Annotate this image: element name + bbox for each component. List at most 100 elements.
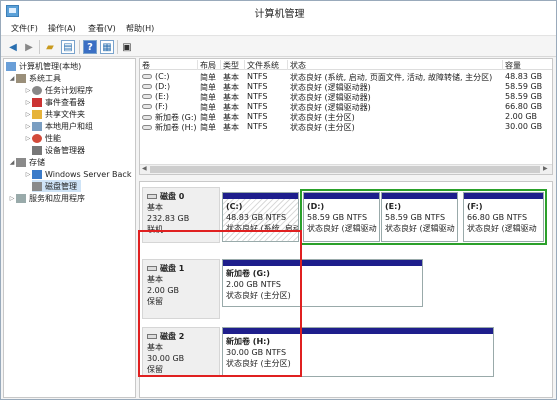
tree-item-device-manager[interactable]: 设备管理器 bbox=[32, 144, 85, 156]
refresh-icon[interactable]: ▣ bbox=[120, 40, 134, 54]
cell-layout: 简单 bbox=[200, 93, 216, 102]
back-arrow-icon[interactable]: ◀ bbox=[6, 40, 20, 54]
tree-item-performance[interactable]: ▷ 性能 bbox=[24, 132, 61, 144]
column-header-layout[interactable]: 布局 bbox=[198, 60, 221, 70]
cell-vol: 新加卷 (H:) bbox=[140, 122, 198, 132]
volume-icon bbox=[142, 74, 152, 79]
collapse-arrow-icon[interactable]: ◢ bbox=[8, 159, 16, 166]
volume-icon bbox=[142, 115, 152, 120]
volume-label: (E:) bbox=[155, 92, 169, 101]
disk-kind: 基本 bbox=[147, 203, 163, 212]
properties-icon[interactable]: ▦ bbox=[100, 40, 114, 54]
table-row[interactable]: (C:) 简单 基本 NTFS 状态良好 (系统, 启动, 页面文件, 活动, 故障转储… bbox=[140, 72, 552, 82]
tree-label: Windows Server Back bbox=[45, 169, 132, 179]
tree-label: 系统工具 bbox=[29, 73, 61, 83]
tree-label: 存储 bbox=[29, 157, 45, 167]
column-header-capacity[interactable]: 容量 bbox=[503, 60, 552, 70]
scroll-left-icon[interactable]: ◀ bbox=[142, 165, 147, 172]
tree-label: 性能 bbox=[45, 133, 61, 143]
expand-arrow-icon[interactable]: ▷ bbox=[24, 99, 32, 106]
volume-list-header: 卷 布局 类型 文件系统 状态 容量 bbox=[140, 59, 552, 70]
expand-arrow-icon[interactable]: ▷ bbox=[24, 171, 32, 178]
logical-drives-highlight bbox=[300, 189, 547, 245]
scroll-right-icon[interactable]: ▶ bbox=[543, 165, 548, 172]
horizontal-scrollbar[interactable]: ◀ ▶ bbox=[140, 164, 552, 174]
forward-arrow-icon[interactable]: ▶ bbox=[22, 40, 36, 54]
scrollbar-thumb[interactable] bbox=[150, 166, 540, 173]
tree-item-task-scheduler[interactable]: ▷ 任务计划程序 bbox=[24, 84, 93, 96]
column-header-type[interactable]: 类型 bbox=[221, 60, 245, 70]
cell-fs: NTFS bbox=[247, 82, 268, 91]
cell-status: 状态良好 (主分区) bbox=[290, 123, 355, 132]
menu-action[interactable]: 操作(A) bbox=[48, 23, 76, 34]
cell-status: 状态良好 (逻辑驱动器) bbox=[290, 93, 371, 102]
expand-arrow-icon[interactable]: ▷ bbox=[24, 87, 32, 94]
cell-type: 基本 bbox=[223, 83, 239, 92]
storage-icon bbox=[16, 157, 26, 167]
help-icon[interactable]: ? bbox=[83, 40, 97, 54]
window: 计算机管理 文件(F) 操作(A) 查看(V) 帮助(H) ◀ ▶ ▰ ▤ ? … bbox=[0, 0, 557, 400]
tree-label: 服务和应用程序 bbox=[29, 193, 85, 203]
title-bar: 计算机管理 bbox=[1, 1, 556, 21]
collapse-arrow-icon[interactable]: ◢ bbox=[8, 75, 16, 82]
tree-label: 任务计划程序 bbox=[45, 85, 93, 95]
column-header-filesystem[interactable]: 文件系统 bbox=[245, 60, 288, 70]
cell-vol: 新加卷 (G:) bbox=[140, 112, 198, 122]
cell-type: 基本 bbox=[223, 73, 239, 82]
cell-type: 基本 bbox=[223, 123, 239, 132]
tree-item-system-tools[interactable]: ◢ 系统工具 bbox=[8, 72, 61, 84]
cell-fs: NTFS bbox=[247, 102, 268, 111]
expand-arrow-icon[interactable]: ▷ bbox=[8, 195, 16, 202]
table-row[interactable]: (F:) 简单 基本 NTFS 状态良好 (逻辑驱动器) 66.80 GB bbox=[140, 102, 552, 112]
cell-fs: NTFS bbox=[247, 92, 268, 101]
tree-item-root[interactable]: 计算机管理(本地) bbox=[6, 60, 81, 72]
column-header-volume[interactable]: 卷 bbox=[140, 60, 198, 70]
cell-layout: 简单 bbox=[200, 123, 216, 132]
volume-icon bbox=[142, 84, 152, 89]
cell-vol: (F:) bbox=[140, 102, 198, 112]
table-row[interactable]: 新加卷 (H:) 简单 基本 NTFS 状态良好 (主分区) 30.00 GB bbox=[140, 122, 552, 132]
cell-vol: (D:) bbox=[140, 82, 198, 92]
disk-management-icon bbox=[32, 181, 42, 191]
volume-label: (C:) bbox=[155, 72, 170, 81]
cell-status: 状态良好 (主分区) bbox=[290, 113, 355, 122]
cell-layout: 简单 bbox=[200, 83, 216, 92]
table-row[interactable]: (D:) 简单 基本 NTFS 状态良好 (逻辑驱动器) 58.59 GB bbox=[140, 82, 552, 92]
clock-icon bbox=[32, 85, 42, 95]
shared-folder-icon bbox=[32, 109, 42, 119]
menu-file[interactable]: 文件(F) bbox=[11, 23, 38, 34]
tree-item-storage[interactable]: ◢ 存储 bbox=[8, 156, 45, 168]
column-header-status[interactable]: 状态 bbox=[288, 60, 503, 70]
up-folder-icon[interactable]: ▰ bbox=[43, 40, 57, 54]
tree-label: 本地用户和组 bbox=[45, 121, 93, 131]
menu-view[interactable]: 查看(V) bbox=[88, 23, 116, 34]
show-tree-icon[interactable]: ▤ bbox=[61, 40, 75, 54]
expand-arrow-icon[interactable]: ▷ bbox=[24, 135, 32, 142]
disk-name: 磁盘 0 bbox=[160, 192, 185, 201]
expand-arrow-icon[interactable]: ▷ bbox=[24, 111, 32, 118]
cell-capacity: 2.00 GB bbox=[505, 112, 538, 121]
volume-icon bbox=[142, 125, 152, 130]
menu-help[interactable]: 帮助(H) bbox=[126, 23, 154, 34]
cell-status: 状态良好 (系统, 启动, 页面文件, 活动, 故障转储, 主分区) bbox=[290, 73, 493, 82]
toolbar: ◀ ▶ ▰ ▤ ? ▦ ▣ bbox=[1, 37, 556, 57]
expand-arrow-icon[interactable]: ▷ bbox=[24, 123, 32, 130]
tree-item-local-users[interactable]: ▷ 本地用户和组 bbox=[24, 120, 93, 132]
cell-capacity: 48.83 GB bbox=[505, 72, 543, 81]
tree-label: 事件查看器 bbox=[45, 97, 85, 107]
tree-item-windows-server-backup[interactable]: ▷ Windows Server Back bbox=[24, 168, 131, 180]
tree-label: 共享文件夹 bbox=[45, 109, 85, 119]
hard-disk-icon bbox=[147, 194, 157, 199]
users-icon bbox=[32, 121, 42, 131]
tree-item-services-apps[interactable]: ▷ 服务和应用程序 bbox=[8, 192, 85, 204]
tree-item-shared-folders[interactable]: ▷ 共享文件夹 bbox=[24, 108, 85, 120]
table-row[interactable]: 新加卷 (G:) 简单 基本 NTFS 状态良好 (主分区) 2.00 GB bbox=[140, 112, 552, 122]
cell-fs: NTFS bbox=[247, 112, 268, 121]
device-manager-icon bbox=[32, 145, 42, 155]
toolbar-divider bbox=[79, 40, 80, 54]
partition-label: (C:) bbox=[226, 202, 243, 211]
tree-item-disk-management[interactable]: 磁盘管理 bbox=[32, 180, 81, 192]
table-row[interactable]: (E:) 简单 基本 NTFS 状态良好 (逻辑驱动器) 58.59 GB bbox=[140, 92, 552, 102]
tree-item-event-viewer[interactable]: ▷ 事件查看器 bbox=[24, 96, 85, 108]
toolbar-divider bbox=[117, 40, 118, 54]
